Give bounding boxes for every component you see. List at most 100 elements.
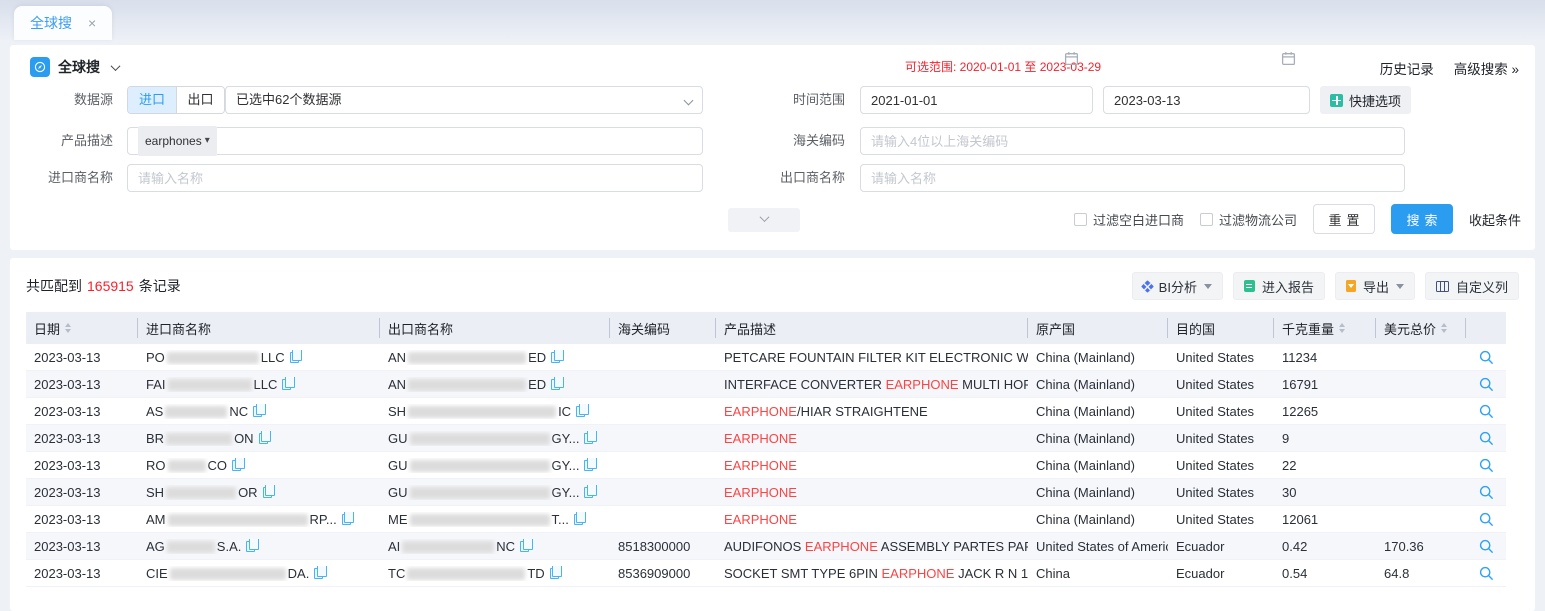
copy-icon[interactable] bbox=[314, 568, 323, 579]
copy-icon[interactable] bbox=[550, 568, 559, 579]
calendar-icon[interactable] bbox=[1281, 51, 1296, 66]
column-label: 海关编码 bbox=[618, 319, 670, 338]
copy-icon[interactable] bbox=[584, 487, 593, 498]
cell-importer: FAILLC bbox=[138, 377, 380, 392]
hscode-input[interactable] bbox=[860, 127, 1405, 155]
close-icon[interactable]: × bbox=[88, 16, 96, 30]
chevron-down-icon bbox=[684, 96, 694, 106]
redacted-text bbox=[402, 541, 494, 553]
match-summary: 共匹配到 165915 条记录 bbox=[26, 276, 181, 296]
copy-icon[interactable] bbox=[282, 379, 291, 390]
collapse-form-button[interactable] bbox=[728, 208, 800, 232]
copy-icon[interactable] bbox=[584, 433, 593, 444]
date-from-input[interactable] bbox=[860, 86, 1093, 114]
copy-icon[interactable] bbox=[259, 433, 268, 444]
export-toggle[interactable]: 出口 bbox=[176, 87, 224, 113]
copy-icon[interactable] bbox=[342, 514, 351, 525]
copy-icon[interactable] bbox=[232, 460, 241, 471]
custom-columns-button[interactable]: 自定义列 bbox=[1425, 272, 1519, 300]
magnifier-icon[interactable] bbox=[1479, 566, 1494, 581]
cell-destination-country: United States bbox=[1168, 350, 1274, 365]
bi-analysis-button[interactable]: BI分析 bbox=[1132, 272, 1223, 300]
tab-global-search[interactable]: 全球搜 × bbox=[14, 6, 112, 40]
table-body: 2023-03-13POLLCANEDPETCARE FOUNTAIN FILT… bbox=[26, 344, 1506, 587]
company-prefix: FAI bbox=[146, 377, 166, 392]
filter-blank-importer-checkbox[interactable]: 过滤空白进口商 bbox=[1074, 210, 1184, 229]
cell-weight-kg: 22 bbox=[1274, 458, 1376, 473]
cell-destination-country: United States bbox=[1168, 512, 1274, 527]
sort-up-icon bbox=[65, 320, 71, 327]
columns-icon bbox=[1436, 281, 1449, 292]
magnifier-icon[interactable] bbox=[1479, 377, 1494, 392]
copy-icon[interactable] bbox=[584, 460, 593, 471]
cell-weight-kg: 9 bbox=[1274, 431, 1376, 446]
copy-icon[interactable] bbox=[263, 487, 272, 498]
sort-icon[interactable] bbox=[1441, 320, 1447, 336]
caret-down-icon bbox=[1396, 284, 1404, 293]
magnifier-icon[interactable] bbox=[1479, 512, 1494, 527]
cell-weight-kg: 12265 bbox=[1274, 404, 1376, 419]
advanced-search-link[interactable]: 高级搜索 » bbox=[1454, 58, 1519, 78]
product-description-label: 产品描述 bbox=[10, 127, 113, 155]
page-body: 全球搜 可选范围: 2020-01-01 至 2023-03-29 历史记录 高… bbox=[0, 40, 1545, 611]
export-button[interactable]: 导出 bbox=[1335, 272, 1415, 300]
import-toggle[interactable]: 进口 bbox=[128, 87, 176, 113]
company-suffix: T... bbox=[552, 512, 569, 527]
filter-logistics-checkbox[interactable]: 过滤物流公司 bbox=[1200, 210, 1297, 229]
copy-icon[interactable] bbox=[574, 514, 583, 525]
copy-icon[interactable] bbox=[520, 541, 529, 552]
redacted-text bbox=[167, 352, 259, 364]
date-to-input[interactable] bbox=[1103, 86, 1310, 114]
magnifier-icon[interactable] bbox=[1479, 431, 1494, 446]
copy-icon[interactable] bbox=[551, 352, 560, 363]
copy-icon[interactable] bbox=[576, 406, 585, 417]
chevron-down-icon bbox=[759, 212, 769, 222]
copy-icon[interactable] bbox=[246, 541, 255, 552]
history-link[interactable]: 历史记录 bbox=[1380, 58, 1434, 78]
magnifier-icon[interactable] bbox=[1479, 485, 1494, 500]
search-button[interactable]: 搜索 bbox=[1391, 204, 1453, 234]
cell-date: 2023-03-13 bbox=[26, 485, 138, 500]
copy-icon[interactable] bbox=[290, 352, 299, 363]
magnifier-icon[interactable] bbox=[1479, 458, 1494, 473]
reset-button[interactable]: 重置 bbox=[1313, 204, 1375, 234]
company-suffix: ED bbox=[528, 377, 546, 392]
redacted-text bbox=[168, 379, 252, 391]
product-description-input[interactable]: earphones ▾ bbox=[127, 127, 703, 155]
enter-report-button[interactable]: 进入报告 bbox=[1233, 272, 1325, 300]
datasource-select[interactable]: 已选中62个数据源 bbox=[225, 86, 703, 114]
magnifier-icon[interactable] bbox=[1479, 539, 1494, 554]
cell-price-usd: 170.36 bbox=[1376, 539, 1466, 554]
cell-hscode: 8536909000 bbox=[610, 566, 716, 581]
company-prefix: AM bbox=[146, 512, 166, 527]
sort-icon[interactable] bbox=[65, 320, 71, 336]
exporter-name-input[interactable] bbox=[860, 164, 1405, 192]
redacted-text bbox=[166, 433, 232, 445]
company-prefix: AS bbox=[146, 404, 163, 419]
quick-options-icon bbox=[1330, 94, 1343, 107]
checkbox-icon[interactable] bbox=[1074, 213, 1087, 226]
sort-icon[interactable] bbox=[1339, 320, 1345, 336]
cell-product: EARPHONE bbox=[716, 431, 1028, 446]
cell-exporter: MET... bbox=[380, 512, 610, 527]
magnifier-icon[interactable] bbox=[1479, 404, 1494, 419]
copy-icon[interactable] bbox=[253, 406, 262, 417]
column-header-9[interactable]: 美元总价 bbox=[1376, 318, 1466, 338]
copy-icon[interactable] bbox=[551, 379, 560, 390]
company-suffix: ON bbox=[234, 431, 254, 446]
column-header-8[interactable]: 千克重量 bbox=[1274, 318, 1376, 338]
cell-importer: AMRP... bbox=[138, 512, 380, 527]
quick-options-button[interactable]: 快捷选项 bbox=[1320, 86, 1411, 114]
column-label: 千克重量 bbox=[1282, 319, 1334, 338]
magnifier-icon[interactable] bbox=[1479, 350, 1494, 365]
keyword-tag[interactable]: earphones ▾ bbox=[138, 126, 217, 156]
cell-hscode: 8518300000 bbox=[610, 539, 716, 554]
importer-name-input[interactable] bbox=[127, 164, 703, 192]
chevron-down-icon[interactable] bbox=[111, 61, 121, 71]
column-header-1[interactable]: 日期 bbox=[26, 318, 138, 338]
collapse-conditions-link[interactable]: 收起条件 bbox=[1469, 210, 1521, 229]
redacted-text bbox=[410, 487, 550, 499]
bi-analysis-button-label: BI分析 bbox=[1159, 277, 1197, 296]
checkbox-icon[interactable] bbox=[1200, 213, 1213, 226]
product-segment: SOCKET SMT TYPE 6PIN bbox=[724, 566, 882, 581]
